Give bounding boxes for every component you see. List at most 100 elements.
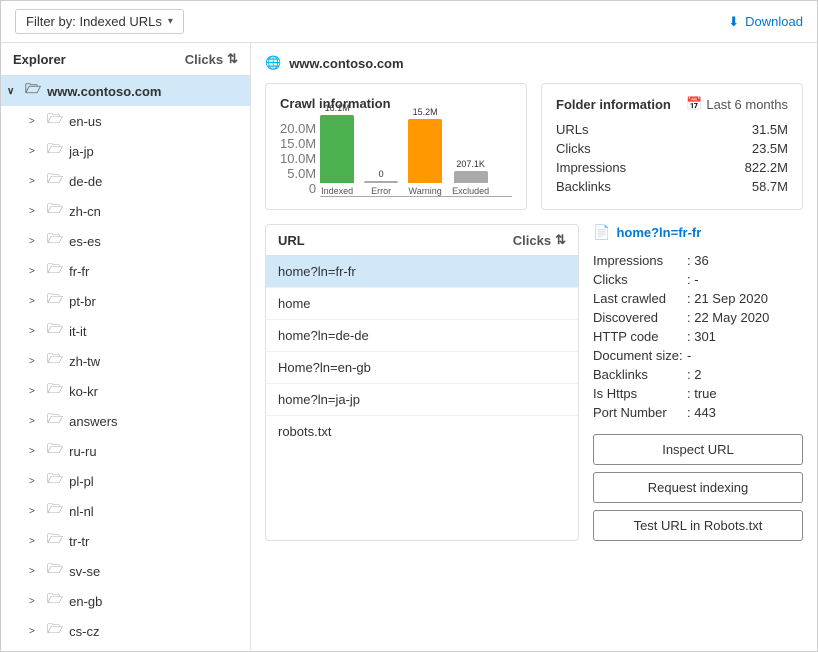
filter-dropdown[interactable]: Filter by: Indexed URLs ▾ xyxy=(15,9,184,34)
detail-header: 📄 home?ln=fr-fr xyxy=(593,224,803,241)
detail-header-link[interactable]: home?ln=fr-fr xyxy=(616,225,701,240)
folder-icon: 🗁 xyxy=(47,530,63,552)
folder-icon: 🗁 xyxy=(47,560,63,582)
date-label: Last 6 months xyxy=(706,97,788,112)
detail-key: Clicks xyxy=(593,272,683,287)
sidebar-item-cs-cz[interactable]: > 🗁 cs-cz xyxy=(1,616,250,646)
detail-val: : 301 xyxy=(687,329,716,344)
sidebar-item-pl-pl[interactable]: > 🗁 pl-pl xyxy=(1,466,250,496)
sidebar-item-en-gb[interactable]: > 🗁 en-gb xyxy=(1,586,250,616)
sidebar-root-item[interactable]: ∨ 🗁 www.contoso.com xyxy=(1,76,250,106)
sidebar-item-nl-nl[interactable]: > 🗁 nl-nl xyxy=(1,496,250,526)
folder-stat-value: 31.5M xyxy=(752,122,788,137)
sort-clicks-icon: ⇅ xyxy=(555,232,566,248)
folder-card-header: Folder information 📅 Last 6 months xyxy=(556,96,788,112)
detail-key: Backlinks xyxy=(593,367,683,382)
folder-icon: 🗁 xyxy=(47,410,63,432)
chevron-icon: > xyxy=(29,266,43,277)
sidebar-children: > 🗁 en-us > 🗁 ja-jp > 🗁 de-de > 🗁 zh-cn … xyxy=(1,106,250,650)
sidebar-item-ja-jp[interactable]: > 🗁 ja-jp xyxy=(1,136,250,166)
bars-area: 16.1M Indexed 0 Error 15.2M Warning 207.… xyxy=(320,121,512,197)
url-row[interactable]: home?ln=fr-fr xyxy=(266,256,578,288)
sidebar-item-ko-kr[interactable]: > 🗁 ko-kr xyxy=(1,376,250,406)
chevron-icon: > xyxy=(29,206,43,217)
chevron-icon: > xyxy=(29,386,43,397)
folder-icon: 🗁 xyxy=(47,320,63,342)
detail-val: : true xyxy=(687,386,717,401)
date-badge: 📅 Last 6 months xyxy=(686,96,788,112)
sidebar-item-ru-ru[interactable]: > 🗁 ru-ru xyxy=(1,436,250,466)
sidebar-item-zh-tw[interactable]: > 🗁 zh-tw xyxy=(1,346,250,376)
folder-icon: 🗁 xyxy=(47,380,63,402)
url-row[interactable]: home?ln=de-de xyxy=(266,320,578,352)
root-folder-icon: 🗁 xyxy=(25,80,41,102)
bar-group-error: 0 Error xyxy=(364,169,398,196)
sidebar-item-sv-se[interactable]: > 🗁 sv-se xyxy=(1,556,250,586)
folder-stat-label: URLs xyxy=(556,122,589,137)
folder-stat-value: 822.2M xyxy=(745,160,788,175)
detail-val: - xyxy=(687,348,691,363)
sidebar-item-pt-pt[interactable]: > 🗁 pt-pt xyxy=(1,646,250,650)
folder-icon: 🗁 xyxy=(47,260,63,282)
sidebar-item-label: sv-se xyxy=(69,564,100,579)
detail-val: : 36 xyxy=(687,253,709,268)
bar-group-excluded: 207.1K Excluded xyxy=(452,159,489,196)
folder-icon: 🗁 xyxy=(47,440,63,462)
sidebar-item-fr-fr[interactable]: > 🗁 fr-fr xyxy=(1,256,250,286)
sidebar-item-label: ru-ru xyxy=(69,444,96,459)
url-col-header: URL xyxy=(278,233,305,248)
chevron-icon: > xyxy=(29,146,43,157)
test-robots-button[interactable]: Test URL in Robots.txt xyxy=(593,510,803,541)
folder-stat-row: URLs 31.5M xyxy=(556,120,788,139)
chevron-icon: > xyxy=(29,476,43,487)
sidebar-item-label: ja-jp xyxy=(69,144,94,159)
sidebar-item-label: en-gb xyxy=(69,594,102,609)
folder-card: Folder information 📅 Last 6 months URLs … xyxy=(541,83,803,210)
sidebar-item-answers[interactable]: > 🗁 answers xyxy=(1,406,250,436)
detail-panel: 📄 home?ln=fr-fr Impressions : 36 Clicks … xyxy=(593,224,803,541)
bar-rect xyxy=(454,171,488,183)
inspect-url-button[interactable]: Inspect URL xyxy=(593,434,803,465)
chevron-icon: > xyxy=(29,116,43,127)
folder-icon: 🗁 xyxy=(47,140,63,162)
sidebar-item-zh-cn[interactable]: > 🗁 zh-cn xyxy=(1,196,250,226)
bar-rect xyxy=(408,119,442,183)
folder-icon: 🗁 xyxy=(47,290,63,312)
content-header: 🌐 www.contoso.com xyxy=(265,55,803,71)
folder-icon: 🗁 xyxy=(47,590,63,612)
sidebar-item-en-us[interactable]: > 🗁 en-us xyxy=(1,106,250,136)
sidebar-item-label: es-es xyxy=(69,234,101,249)
download-label: Download xyxy=(745,14,803,29)
folder-icon: 🗁 xyxy=(47,170,63,192)
detail-doc-icon: 📄 xyxy=(593,224,610,241)
request-indexing-button[interactable]: Request indexing xyxy=(593,472,803,503)
chevron-icon: > xyxy=(29,416,43,427)
chevron-icon: > xyxy=(29,446,43,457)
sidebar-item-de-de[interactable]: > 🗁 de-de xyxy=(1,166,250,196)
url-row[interactable]: robots.txt xyxy=(266,416,578,447)
sidebar-item-label: de-de xyxy=(69,174,102,189)
folder-stat-value: 58.7M xyxy=(752,179,788,194)
chevron-icon: > xyxy=(29,236,43,247)
folder-icon: 🗁 xyxy=(47,500,63,522)
sidebar-item-pt-br[interactable]: > 🗁 pt-br xyxy=(1,286,250,316)
main-layout: Explorer Clicks ⇅ ∨ 🗁 www.contoso.com > … xyxy=(1,43,817,650)
sidebar-item-label: pl-pl xyxy=(69,474,94,489)
detail-rows: Impressions : 36 Clicks : - Last crawled… xyxy=(593,251,803,422)
sidebar-item-tr-tr[interactable]: > 🗁 tr-tr xyxy=(1,526,250,556)
sidebar-item-es-es[interactable]: > 🗁 es-es xyxy=(1,226,250,256)
url-row[interactable]: Home?ln=en-gb xyxy=(266,352,578,384)
content-title: www.contoso.com xyxy=(289,56,403,71)
calendar-icon: 📅 xyxy=(686,96,702,112)
sidebar-item-it-it[interactable]: > 🗁 it-it xyxy=(1,316,250,346)
sidebar-item-label: en-us xyxy=(69,114,102,129)
url-row[interactable]: home?ln=ja-jp xyxy=(266,384,578,416)
url-row[interactable]: home xyxy=(266,288,578,320)
detail-key: HTTP code xyxy=(593,329,683,344)
detail-row: HTTP code : 301 xyxy=(593,327,803,346)
folder-icon: 🗁 xyxy=(47,200,63,222)
chevron-icon: > xyxy=(29,566,43,577)
download-button[interactable]: ⬇ Download xyxy=(728,14,803,30)
chevron-icon: > xyxy=(29,626,43,637)
detail-key: Is Https xyxy=(593,386,683,401)
